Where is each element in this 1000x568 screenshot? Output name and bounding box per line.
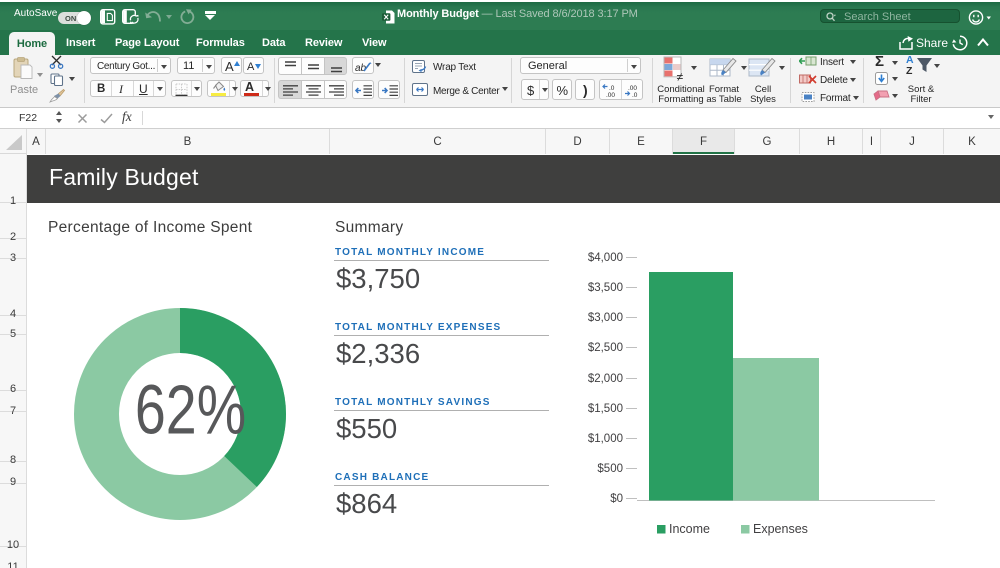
svg-text:.00: .00 xyxy=(628,85,637,92)
svg-text:$4,000: $4,000 xyxy=(588,252,623,264)
svg-text:$2,000: $2,000 xyxy=(588,373,623,385)
svg-text:≠: ≠ xyxy=(677,70,684,82)
svg-text:.00: .00 xyxy=(606,92,615,98)
svg-text:$3,500: $3,500 xyxy=(588,282,623,294)
svg-text:$500: $500 xyxy=(597,463,623,475)
svg-text:Income: Income xyxy=(669,522,710,536)
svg-text:$1,000: $1,000 xyxy=(588,433,623,445)
svg-text:$0: $0 xyxy=(610,493,623,505)
svg-text:ab: ab xyxy=(355,63,367,73)
svg-text:Expenses: Expenses xyxy=(753,522,808,536)
svg-text:$3,000: $3,000 xyxy=(588,312,623,324)
svg-text:$2,500: $2,500 xyxy=(588,342,623,354)
svg-text:62%: 62% xyxy=(135,372,246,449)
svg-text:.0: .0 xyxy=(609,85,615,92)
svg-text:.0: .0 xyxy=(632,92,638,98)
svg-text:$1,500: $1,500 xyxy=(588,403,623,415)
